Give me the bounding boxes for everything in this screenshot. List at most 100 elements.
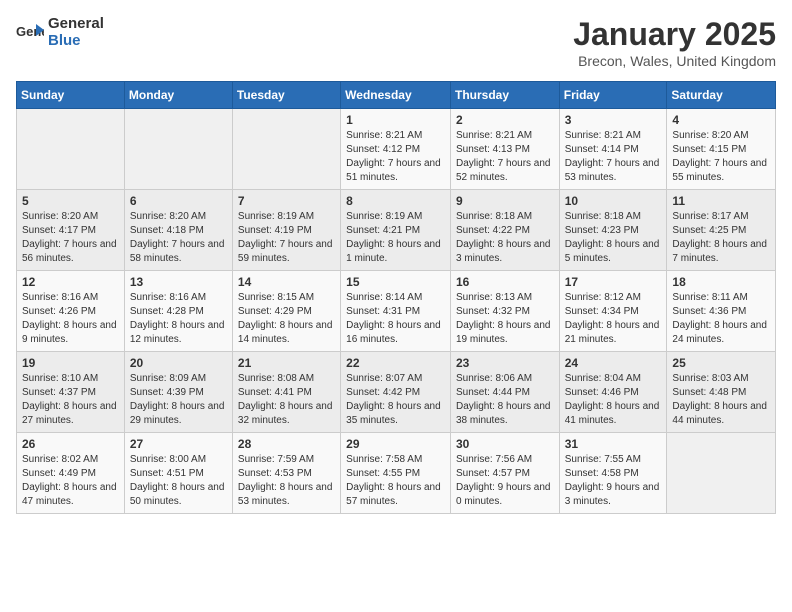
day-number: 17	[565, 275, 662, 289]
day-number: 16	[456, 275, 554, 289]
daylight-text: Daylight: 8 hours and 44 minutes.	[672, 401, 767, 426]
sunrise-text: Sunrise: 8:09 AM	[130, 373, 206, 384]
daylight-text: Daylight: 7 hours and 55 minutes.	[672, 158, 767, 183]
weekday-header-wednesday: Wednesday	[341, 82, 451, 109]
sunset-text: Sunset: 4:39 PM	[130, 387, 204, 398]
daylight-text: Daylight: 7 hours and 51 minutes.	[346, 158, 441, 183]
daylight-text: Daylight: 8 hours and 5 minutes.	[565, 239, 660, 264]
day-number: 19	[22, 356, 119, 370]
daylight-text: Daylight: 7 hours and 56 minutes.	[22, 239, 117, 264]
logo-icon: General	[16, 22, 44, 44]
calendar-cell: 1 Sunrise: 8:21 AM Sunset: 4:12 PM Dayli…	[341, 109, 451, 190]
calendar-cell: 5 Sunrise: 8:20 AM Sunset: 4:17 PM Dayli…	[17, 190, 125, 271]
sunrise-text: Sunrise: 8:21 AM	[565, 130, 641, 141]
day-info: Sunrise: 8:16 AM Sunset: 4:28 PM Dayligh…	[130, 291, 227, 347]
daylight-text: Daylight: 9 hours and 3 minutes.	[565, 482, 660, 507]
day-info: Sunrise: 8:13 AM Sunset: 4:32 PM Dayligh…	[456, 291, 554, 347]
day-info: Sunrise: 8:09 AM Sunset: 4:39 PM Dayligh…	[130, 372, 227, 428]
calendar-cell: 8 Sunrise: 8:19 AM Sunset: 4:21 PM Dayli…	[341, 190, 451, 271]
calendar-week-4: 19 Sunrise: 8:10 AM Sunset: 4:37 PM Dayl…	[17, 352, 776, 433]
weekday-header-monday: Monday	[124, 82, 232, 109]
day-number: 30	[456, 437, 554, 451]
daylight-text: Daylight: 8 hours and 41 minutes.	[565, 401, 660, 426]
calendar-cell: 11 Sunrise: 8:17 AM Sunset: 4:25 PM Dayl…	[667, 190, 776, 271]
sunset-text: Sunset: 4:19 PM	[238, 225, 312, 236]
daylight-text: Daylight: 8 hours and 29 minutes.	[130, 401, 225, 426]
daylight-text: Daylight: 8 hours and 3 minutes.	[456, 239, 551, 264]
calendar-cell: 2 Sunrise: 8:21 AM Sunset: 4:13 PM Dayli…	[450, 109, 559, 190]
day-number: 8	[346, 194, 445, 208]
day-info: Sunrise: 8:21 AM Sunset: 4:12 PM Dayligh…	[346, 129, 445, 185]
calendar-cell	[124, 109, 232, 190]
calendar-cell	[667, 433, 776, 514]
daylight-text: Daylight: 8 hours and 21 minutes.	[565, 320, 660, 345]
sunset-text: Sunset: 4:25 PM	[672, 225, 746, 236]
calendar-week-5: 26 Sunrise: 8:02 AM Sunset: 4:49 PM Dayl…	[17, 433, 776, 514]
logo-blue-text: Blue	[48, 33, 104, 50]
sunrise-text: Sunrise: 8:00 AM	[130, 454, 206, 465]
sunrise-text: Sunrise: 8:14 AM	[346, 292, 422, 303]
day-number: 13	[130, 275, 227, 289]
weekday-header-friday: Friday	[559, 82, 667, 109]
sunrise-text: Sunrise: 8:07 AM	[346, 373, 422, 384]
sunrise-text: Sunrise: 8:21 AM	[346, 130, 422, 141]
sunset-text: Sunset: 4:32 PM	[456, 306, 530, 317]
sunset-text: Sunset: 4:14 PM	[565, 144, 639, 155]
calendar-cell: 24 Sunrise: 8:04 AM Sunset: 4:46 PM Dayl…	[559, 352, 667, 433]
day-info: Sunrise: 8:17 AM Sunset: 4:25 PM Dayligh…	[672, 210, 770, 266]
daylight-text: Daylight: 8 hours and 35 minutes.	[346, 401, 441, 426]
day-number: 7	[238, 194, 335, 208]
sunrise-text: Sunrise: 7:56 AM	[456, 454, 532, 465]
day-info: Sunrise: 8:20 AM Sunset: 4:15 PM Dayligh…	[672, 129, 770, 185]
sunrise-text: Sunrise: 8:11 AM	[672, 292, 747, 303]
day-number: 22	[346, 356, 445, 370]
day-number: 2	[456, 113, 554, 127]
day-number: 11	[672, 194, 770, 208]
calendar-cell: 28 Sunrise: 7:59 AM Sunset: 4:53 PM Dayl…	[232, 433, 340, 514]
weekday-header-sunday: Sunday	[17, 82, 125, 109]
calendar-cell: 3 Sunrise: 8:21 AM Sunset: 4:14 PM Dayli…	[559, 109, 667, 190]
daylight-text: Daylight: 7 hours and 58 minutes.	[130, 239, 225, 264]
location-title: Brecon, Wales, United Kingdom	[573, 53, 776, 69]
daylight-text: Daylight: 8 hours and 38 minutes.	[456, 401, 551, 426]
day-info: Sunrise: 8:14 AM Sunset: 4:31 PM Dayligh…	[346, 291, 445, 347]
day-info: Sunrise: 7:59 AM Sunset: 4:53 PM Dayligh…	[238, 453, 335, 509]
sunset-text: Sunset: 4:41 PM	[238, 387, 312, 398]
daylight-text: Daylight: 8 hours and 14 minutes.	[238, 320, 333, 345]
daylight-text: Daylight: 8 hours and 53 minutes.	[238, 482, 333, 507]
calendar-cell: 19 Sunrise: 8:10 AM Sunset: 4:37 PM Dayl…	[17, 352, 125, 433]
day-info: Sunrise: 8:10 AM Sunset: 4:37 PM Dayligh…	[22, 372, 119, 428]
sunset-text: Sunset: 4:34 PM	[565, 306, 639, 317]
daylight-text: Daylight: 8 hours and 12 minutes.	[130, 320, 225, 345]
sunset-text: Sunset: 4:31 PM	[346, 306, 420, 317]
day-info: Sunrise: 8:21 AM Sunset: 4:13 PM Dayligh…	[456, 129, 554, 185]
sunset-text: Sunset: 4:21 PM	[346, 225, 420, 236]
day-number: 10	[565, 194, 662, 208]
calendar-cell: 12 Sunrise: 8:16 AM Sunset: 4:26 PM Dayl…	[17, 271, 125, 352]
sunset-text: Sunset: 4:18 PM	[130, 225, 204, 236]
sunset-text: Sunset: 4:49 PM	[22, 468, 96, 479]
day-number: 6	[130, 194, 227, 208]
sunrise-text: Sunrise: 8:20 AM	[130, 211, 206, 222]
sunset-text: Sunset: 4:26 PM	[22, 306, 96, 317]
sunrise-text: Sunrise: 8:03 AM	[672, 373, 748, 384]
calendar-cell	[232, 109, 340, 190]
sunrise-text: Sunrise: 8:13 AM	[456, 292, 532, 303]
calendar-cell: 18 Sunrise: 8:11 AM Sunset: 4:36 PM Dayl…	[667, 271, 776, 352]
day-info: Sunrise: 8:18 AM Sunset: 4:23 PM Dayligh…	[565, 210, 662, 266]
daylight-text: Daylight: 7 hours and 53 minutes.	[565, 158, 660, 183]
sunrise-text: Sunrise: 8:06 AM	[456, 373, 532, 384]
sunrise-text: Sunrise: 8:16 AM	[130, 292, 206, 303]
day-info: Sunrise: 8:16 AM Sunset: 4:26 PM Dayligh…	[22, 291, 119, 347]
day-number: 15	[346, 275, 445, 289]
sunrise-text: Sunrise: 8:20 AM	[672, 130, 748, 141]
calendar-cell: 21 Sunrise: 8:08 AM Sunset: 4:41 PM Dayl…	[232, 352, 340, 433]
month-title: January 2025	[573, 16, 776, 53]
sunset-text: Sunset: 4:57 PM	[456, 468, 530, 479]
day-number: 20	[130, 356, 227, 370]
sunrise-text: Sunrise: 7:59 AM	[238, 454, 314, 465]
sunset-text: Sunset: 4:17 PM	[22, 225, 96, 236]
day-info: Sunrise: 8:04 AM Sunset: 4:46 PM Dayligh…	[565, 372, 662, 428]
page-header: General General Blue January 2025 Brecon…	[16, 16, 776, 69]
sunrise-text: Sunrise: 8:10 AM	[22, 373, 98, 384]
